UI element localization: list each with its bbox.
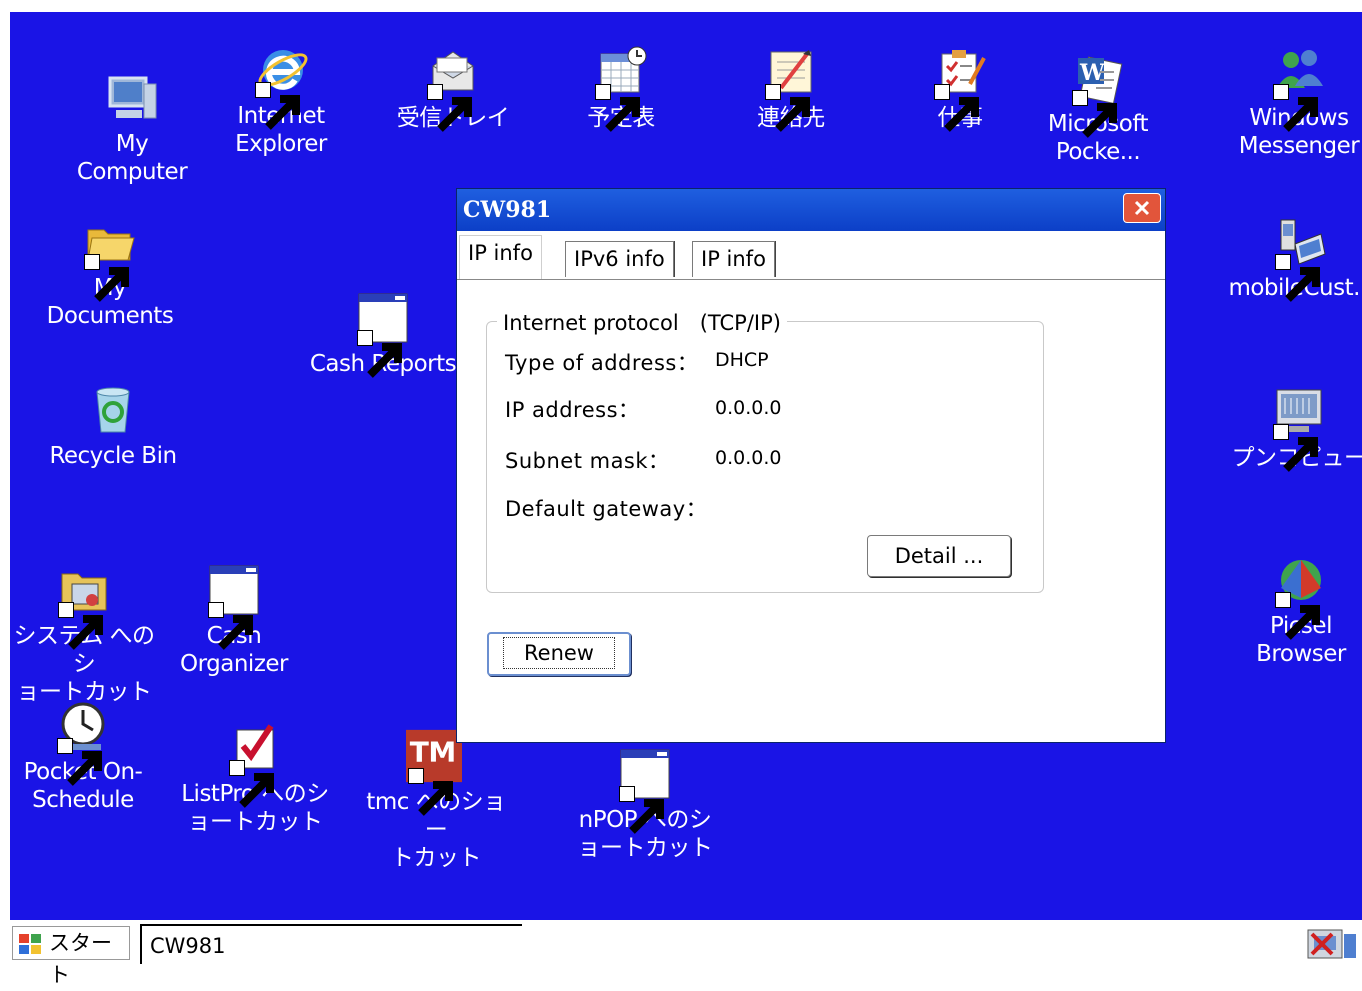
contacts-icon [763,44,819,132]
desktop-icon-cash-organizer[interactable]: Cash Organizer [159,562,309,678]
app-window-icon [206,562,262,650]
taskbar: スタート CW981 [0,920,1362,987]
desktop-icon-internet-explorer[interactable]: Internet Explorer [206,42,356,158]
desktop-icon-system-shortcut[interactable]: システム へのシ ョートカット [10,562,159,706]
desktop-icon-windows-messenger[interactable]: Windows Messenger [1224,44,1362,160]
icon-label: My Computer [76,131,188,185]
cw981-window[interactable]: CW981 IP info IPv6 info IP info Internet… [456,188,1166,743]
shortcut-arrow-icon [229,760,274,808]
app-window-icon [617,746,673,834]
shortcut-arrow-icon [1273,424,1318,472]
taskbar-button-cw981[interactable]: CW981 [140,924,522,964]
word-icon: W [1070,50,1126,138]
type-of-address-label: Type of address： [505,351,699,375]
shortcut-arrow-icon [408,768,453,816]
desktop-icon-npop[interactable]: nPOP へのシ ョートカット [570,746,720,862]
mobile-device-icon [1273,214,1329,302]
desktop-icon-tmc[interactable]: TM tmc へのショー トカット [361,728,511,872]
shortcut-arrow-icon [57,738,102,786]
recycle-bin-icon [85,382,141,438]
desktop-icon-recycle-bin[interactable]: Recycle Bin [38,382,188,470]
network-tray-icon[interactable] [1304,926,1356,962]
desktop-icon-pocket-on-schedule[interactable]: Pocket On- Schedule [10,698,158,814]
desktop-icon-listpro[interactable]: ListPro へのシ ョートカット [180,720,330,836]
desktop-icon-contacts[interactable]: 連絡先 [716,44,866,132]
shortcut-arrow-icon [1273,84,1318,132]
desktop-icon-calendar[interactable]: 予定表 [546,44,696,132]
desktop-icon-mobilecust[interactable]: mobileCust... [1226,214,1362,302]
folder-icon [82,214,138,302]
tab-ipv6-info[interactable]: IPv6 info [565,241,674,277]
window-titlebar[interactable]: CW981 [457,189,1165,231]
tasks-icon [932,44,988,132]
shortcut-arrow-icon [84,254,129,302]
shortcut-arrow-icon [427,84,472,132]
group-title: Internet protocol (TCP/IP) [497,307,787,337]
shortcut-arrow-icon [765,84,810,132]
desktop-icon-microsoft-pocket-word[interactable]: W Microsoft Pocke... [1023,50,1173,166]
default-gateway-label: Default gateway： [505,497,708,521]
renew-button[interactable]: Renew [487,632,631,676]
start-label: スタート [49,931,112,987]
shortcut-arrow-icon [619,786,664,834]
desktop-icon-tasks[interactable]: 仕事 [885,44,1035,132]
window-title: CW981 [463,197,552,223]
system-icon [56,562,112,650]
type-of-address-value: DHCP [715,349,769,371]
ip-address-label: IP address： [505,398,640,422]
clock-icon [55,698,111,786]
shortcut-arrow-icon [595,84,640,132]
ip-address-value: 0.0.0.0 [715,397,782,419]
internet-explorer-icon [253,42,309,130]
subnet-mask-value: 0.0.0.0 [715,447,782,469]
shortcut-arrow-icon [357,330,402,378]
desktop-icon-picsel-browser[interactable]: Picsel Browser [1226,552,1362,668]
tab-strip: IP info IPv6 info IP info [457,233,1165,280]
close-button[interactable] [1123,193,1161,223]
detail-button[interactable]: Detail ... [867,535,1011,577]
desktop-icon-computer-shortcut[interactable]: プンコピュー [1224,384,1362,472]
computer-icon [104,70,160,126]
tab-ip-info[interactable]: IP info [459,235,542,279]
screen: My Computer Internet Explorer 受信トレイ 予定表 [0,0,1362,987]
monitor-icon [1271,384,1327,472]
start-button[interactable]: スタート [12,926,130,987]
desktop-icon-my-documents[interactable]: My Documents [35,214,185,330]
shortcut-arrow-icon [1275,592,1320,640]
messenger-icon [1271,44,1327,132]
shortcut-arrow-icon [208,602,253,650]
desktop-icon-my-computer[interactable]: My Computer [57,70,207,186]
desktop-icon-cash-reports[interactable]: Cash Reports [308,290,458,378]
app-window-icon [355,290,411,378]
close-icon [1134,200,1150,216]
inbox-icon [425,44,481,132]
shortcut-arrow-icon [934,84,979,132]
calendar-icon [593,44,649,132]
icon-label: Recycle Bin [49,443,177,469]
shortcut-arrow-icon [58,602,103,650]
shortcut-arrow-icon [1072,90,1117,138]
picsel-icon [1273,552,1329,640]
windows-flag-icon [19,934,41,954]
shortcut-arrow-icon [255,82,300,130]
subnet-mask-label: Subnet mask： [505,449,670,473]
desktop-icon-inbox[interactable]: 受信トレイ [378,44,528,132]
checklist-icon [227,720,283,808]
tab-ip-info-2[interactable]: IP info [692,241,775,277]
svg-text:TM: TM [410,736,456,769]
renew-label: Renew [503,637,615,669]
shortcut-arrow-icon [1275,254,1320,302]
